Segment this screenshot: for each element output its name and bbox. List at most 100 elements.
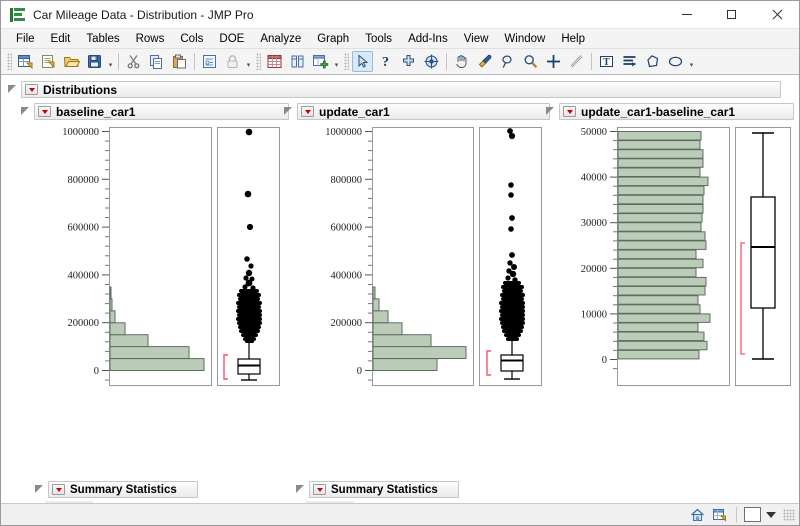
- menu-edit[interactable]: Edit: [43, 31, 79, 47]
- crosshair-tool-icon[interactable]: [398, 51, 419, 72]
- cut-icon[interactable]: [123, 51, 144, 72]
- target-tool-icon[interactable]: [421, 51, 442, 72]
- menu-doe[interactable]: DOE: [211, 31, 252, 47]
- simple-shape-icon[interactable]: [619, 51, 640, 72]
- open-file-icon[interactable]: [61, 51, 82, 72]
- stat-key: Mean: [306, 501, 355, 503]
- title-bar: Car Mileage Data - Distribution - JMP Pr…: [1, 1, 799, 29]
- selected-color-swatch[interactable]: [744, 507, 761, 522]
- save-icon[interactable]: [84, 51, 105, 72]
- disclosure-triangle-distributions[interactable]: [8, 85, 17, 94]
- menu-add-ins[interactable]: Add-Ins: [400, 31, 456, 47]
- line-tool-icon[interactable]: [566, 51, 587, 72]
- plot-update-car1[interactable]: 1000000 800000 600000 400000 200000 0: [286, 123, 544, 391]
- new-column-icon[interactable]: [310, 51, 331, 72]
- distribution-panel-update-car1: update_car1: [284, 103, 552, 120]
- difference-header-bar: update_car1-baseline_car1: [559, 103, 794, 120]
- outline-difference[interactable]: update_car1-baseline_car1: [546, 103, 796, 120]
- disclosure-triangle-summary-2[interactable]: [296, 485, 305, 494]
- plot-difference[interactable]: 50000 40000 30000 20000 10000 0: [549, 123, 799, 391]
- svg-text:400000: 400000: [331, 270, 363, 281]
- svg-text:20000: 20000: [581, 264, 607, 275]
- toolbar-separator-2: [194, 53, 195, 70]
- toolbar-overflow-2[interactable]: ▾: [244, 51, 253, 72]
- minimize-icon: [681, 14, 692, 15]
- svg-text:10000: 10000: [581, 309, 607, 320]
- toolbar-overflow-1[interactable]: ▾: [106, 51, 115, 72]
- oval-tool-icon[interactable]: [665, 51, 686, 72]
- menu-rows[interactable]: Rows: [128, 31, 173, 47]
- svg-text:400000: 400000: [68, 270, 100, 281]
- maximize-button[interactable]: [709, 1, 754, 29]
- outline-summary-2[interactable]: Summary Statistics: [296, 481, 459, 498]
- menu-graph[interactable]: Graph: [309, 31, 357, 47]
- brush-tool-icon[interactable]: [474, 51, 495, 72]
- copy-icon[interactable]: [146, 51, 167, 72]
- menu-cols[interactable]: Cols: [172, 31, 211, 47]
- chevron-down-icon[interactable]: [766, 511, 776, 518]
- grabber-hand-tool-icon[interactable]: [451, 51, 472, 72]
- new-script-icon[interactable]: [38, 51, 59, 72]
- report-area: Distributions baseline_car1 1000000 8000…: [1, 75, 799, 503]
- red-triangle-menu-update-car1[interactable]: [301, 106, 314, 117]
- plot-baseline-car1[interactable]: 1000000 800000 600000 400000 200000 0: [23, 123, 283, 391]
- svg-text:200000: 200000: [331, 318, 363, 329]
- window-controls: [664, 1, 799, 29]
- minimize-button[interactable]: [664, 1, 709, 29]
- toolbar-overflow-3[interactable]: ▾: [332, 51, 341, 72]
- script-window-icon[interactable]: [199, 51, 220, 72]
- annotate-text-icon[interactable]: T: [596, 51, 617, 72]
- menu-help[interactable]: Help: [553, 31, 593, 47]
- distribution-panel-difference: update_car1-baseline_car1: [546, 103, 796, 120]
- summary-2-title: Summary Statistics: [331, 483, 438, 496]
- lasso-tool-icon[interactable]: [497, 51, 518, 72]
- menu-tools[interactable]: Tools: [357, 31, 400, 47]
- outline-baseline-car1[interactable]: baseline_car1: [21, 103, 291, 120]
- crosshairs-plus-tool-icon[interactable]: [543, 51, 564, 72]
- red-triangle-menu-difference[interactable]: [563, 106, 576, 117]
- outline-update-car1[interactable]: update_car1: [284, 103, 552, 120]
- disclosure-triangle-difference[interactable]: [546, 107, 555, 116]
- red-triangle-menu-summary-2[interactable]: [313, 484, 326, 495]
- outline-summary-1[interactable]: Summary Statistics: [35, 481, 198, 498]
- svg-text:800000: 800000: [68, 175, 100, 186]
- red-triangle-menu-summary-1[interactable]: [52, 484, 65, 495]
- toolbar-overflow-4[interactable]: ▾: [687, 51, 696, 72]
- data-table-icon[interactable]: [710, 506, 729, 524]
- menu-tables[interactable]: Tables: [78, 31, 127, 47]
- toolbar-grip-2[interactable]: [256, 53, 261, 70]
- svg-text:T: T: [603, 57, 610, 68]
- summary-table-2: Mean 92285.43 Std Dev 58577.52 N 13488.0…: [306, 501, 415, 503]
- toolbar-grip-1[interactable]: [7, 53, 12, 70]
- window-title: Car Mileage Data - Distribution - JMP Pr…: [33, 7, 254, 22]
- menu-window[interactable]: Window: [496, 31, 553, 47]
- menu-file[interactable]: File: [8, 31, 43, 47]
- disclosure-triangle-baseline-car1[interactable]: [21, 107, 30, 116]
- summary-1-header-bar: Summary Statistics: [48, 481, 198, 498]
- data-table-icon[interactable]: [264, 51, 285, 72]
- table-row: Mean 92285.43: [306, 501, 415, 503]
- svg-text:30000: 30000: [581, 218, 607, 229]
- help-tool-icon[interactable]: ?: [375, 51, 396, 72]
- menu-analyze[interactable]: Analyze: [252, 31, 309, 47]
- paste-icon[interactable]: [169, 51, 190, 72]
- column-viewer-icon[interactable]: [287, 51, 308, 72]
- disclosure-triangle-summary-1[interactable]: [35, 485, 44, 494]
- outline-distributions[interactable]: Distributions: [8, 81, 781, 98]
- new-data-table-icon[interactable]: [15, 51, 36, 72]
- close-button[interactable]: [754, 1, 799, 29]
- toolbar-grip-3[interactable]: [344, 53, 349, 70]
- menu-view[interactable]: View: [456, 31, 497, 47]
- summary-table-1: Mean 67356.43 Std Dev 56761.32 N 13488.0…: [45, 501, 154, 503]
- home-window-icon[interactable]: [688, 506, 707, 524]
- distributions-header-bar: Distributions: [21, 81, 781, 98]
- disclosure-triangle-update-car1[interactable]: [284, 107, 293, 116]
- arrow-select-tool-icon[interactable]: [352, 51, 373, 72]
- red-triangle-menu-distributions[interactable]: [25, 84, 38, 95]
- magnifier-tool-icon[interactable]: [520, 51, 541, 72]
- polygon-tool-icon[interactable]: [642, 51, 663, 72]
- stat-key: Mean: [45, 501, 94, 503]
- red-triangle-menu-baseline-car1[interactable]: [38, 106, 51, 117]
- menu-bar: File Edit Tables Rows Cols DOE Analyze G…: [1, 29, 799, 49]
- resize-grip[interactable]: [783, 508, 795, 521]
